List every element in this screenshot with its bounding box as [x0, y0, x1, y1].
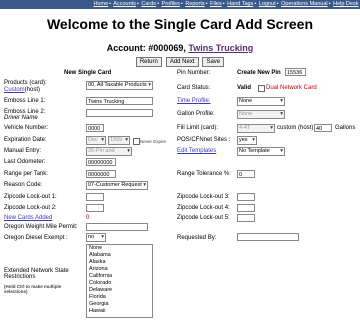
account-sep: ,: [183, 43, 186, 53]
create-pin-label: Create New Pin: [237, 70, 281, 76]
pos-sites-label: POS/CFNnet Sites :: [177, 137, 231, 143]
nav-accounts[interactable]: Accounts: [113, 1, 136, 7]
zip3-input[interactable]: [237, 193, 255, 201]
zip3-label: Zipcode Lock-out 3:: [177, 194, 230, 200]
nav-hand-tags[interactable]: Hand Tags: [227, 1, 253, 7]
range-tolerance-input[interactable]: 0: [237, 170, 255, 178]
new-cards-count: 0: [86, 215, 90, 221]
state-restrictions-list[interactable]: None Alabama Alaska Arizona California C…: [86, 244, 153, 318]
custom-link[interactable]: Custom: [4, 87, 25, 93]
nav-logout[interactable]: Logout: [259, 1, 276, 7]
nav-help-desk[interactable]: Help Desk: [333, 1, 358, 7]
return-button[interactable]: Return: [135, 57, 162, 67]
account-heading: Account: #000069, Twins Trucking: [0, 43, 360, 53]
last-odometer-label: Last Odometer:: [4, 159, 46, 165]
exp-year-select[interactable]: 1999: [108, 136, 130, 145]
zip4-label: Zipcode Lock-out 4:: [177, 205, 230, 211]
zip2-label: Zipcode Lock-out 2:: [4, 205, 57, 211]
list-item[interactable]: None: [87, 245, 152, 252]
new-cards-label[interactable]: New Cards Added: [4, 215, 52, 221]
fill-limit-select[interactable]: 4-4T: [237, 124, 275, 133]
zip5-input[interactable]: [237, 214, 255, 222]
custom-host-label: custom (host):: [277, 125, 316, 131]
card-status-value: Valid: [237, 85, 252, 91]
range-tolerance-label: Range Tolerance %:: [177, 171, 231, 177]
top-nav: Home• Accounts• Cards• Profiles• Reports…: [0, 0, 360, 9]
add-next-button[interactable]: Add Next: [165, 57, 199, 67]
nav-home[interactable]: Home: [93, 1, 108, 7]
nav-operations-manual[interactable]: Operations Manual: [281, 1, 327, 7]
list-item[interactable]: California: [87, 273, 152, 280]
requested-by-label: Requested By:: [177, 235, 217, 241]
products-label: Products (card):: [4, 80, 47, 86]
card-status-label: Card Status:: [177, 85, 211, 91]
extended-network-label: Extended Network State Restrictions: [4, 268, 69, 280]
oregon-weight-label: Oregon Weight Mile Permit:: [4, 224, 78, 230]
zip5-label: Zipcode Lock-out 5:: [177, 215, 230, 221]
page-title: Welcome to the Single Card Add Screen: [46, 16, 314, 32]
list-item[interactable]: Arizona: [87, 266, 152, 273]
zip1-input[interactable]: [86, 193, 104, 201]
emboss1-input[interactable]: Twins Trucking: [86, 97, 153, 105]
nav-profiles[interactable]: Profiles: [162, 1, 180, 7]
fill-limit-label: Fill Limit (card):: [177, 125, 219, 131]
vehicle-label: Vehicle Number:: [4, 125, 49, 131]
list-item[interactable]: Alabama: [87, 252, 152, 259]
dual-network-checkbox[interactable]: [258, 85, 265, 92]
account-name-link[interactable]: Twins Trucking: [188, 43, 253, 53]
emboss1-label: Emboss Line 1:: [4, 98, 46, 104]
nav-reports[interactable]: Reports: [185, 1, 204, 7]
list-item[interactable]: Florida: [87, 294, 152, 301]
oregon-diesel-select[interactable]: no: [86, 233, 106, 242]
reason-code-select[interactable]: 07-Customer Request: [86, 181, 148, 190]
range-per-tank-label: Range per Tank:: [4, 171, 48, 177]
list-item[interactable]: Hawaii: [87, 308, 152, 315]
never-expire-checkbox[interactable]: [133, 138, 140, 145]
account-number: #000069: [148, 43, 184, 53]
nav-cards[interactable]: Cards: [141, 1, 156, 7]
gallons-label: Gallons: [335, 125, 356, 131]
pin-input[interactable]: 15536: [285, 68, 306, 76]
oregon-diesel-label: Oregon Diesel Exempt :: [4, 235, 68, 241]
manual-entry-label: Manual Entry:: [4, 148, 42, 154]
nav-files[interactable]: Files: [210, 1, 222, 7]
zip4-input[interactable]: [237, 204, 255, 212]
list-item[interactable]: Delaware: [87, 287, 152, 294]
custom-suffix: (host): [24, 87, 41, 93]
pin-label: Pin Number:: [177, 70, 211, 76]
gallon-profile-select[interactable]: None: [237, 110, 285, 119]
save-button[interactable]: Save: [202, 57, 225, 67]
products-select[interactable]: 00, All Taxable Products: [86, 81, 153, 90]
manual-entry-select[interactable]: 35-Pin and Odom: [86, 147, 132, 156]
zip1-label: Zipcode Lock-out 1:: [4, 194, 57, 200]
gallon-profile-label: Gallon Profile:: [177, 111, 215, 117]
list-item[interactable]: Georgia: [87, 301, 152, 308]
list-item[interactable]: Colorado: [87, 280, 152, 287]
requested-by-input[interactable]: [237, 233, 299, 241]
section-title: New Single Card: [64, 70, 112, 76]
dual-network-label: Dual Network Card: [266, 85, 317, 91]
pos-sites-select[interactable]: yes: [237, 136, 257, 145]
emboss2-input[interactable]: [86, 109, 153, 117]
never-expire-label: Never Expire: [140, 139, 167, 144]
expiration-label: Expiration Date:: [4, 137, 47, 143]
zip2-input[interactable]: [86, 204, 104, 212]
driver-name-label: Driver Name: [4, 115, 38, 121]
range-per-tank-input[interactable]: 0000000: [86, 170, 116, 178]
template-select[interactable]: No Template: [237, 147, 285, 156]
custom-host-input[interactable]: 40: [314, 124, 332, 132]
reason-code-label: Reason Code:: [4, 182, 43, 188]
account-label: Account:: [106, 43, 146, 53]
oregon-weight-input[interactable]: [86, 223, 148, 231]
list-item[interactable]: Alaska: [87, 259, 152, 266]
time-profile-select[interactable]: None: [237, 97, 285, 106]
vehicle-input[interactable]: 0000: [86, 124, 104, 132]
extended-network-hint: (Hold Ctrl to make multiple selections): [4, 284, 62, 294]
last-odometer-input[interactable]: 00000000: [86, 158, 116, 166]
time-profile-link[interactable]: Time Profile:: [177, 98, 210, 104]
edit-templates-link[interactable]: Edit Templates: [177, 148, 216, 154]
exp-month-select[interactable]: Dec: [86, 136, 106, 145]
button-bar: Return Add Next Save: [0, 57, 360, 67]
